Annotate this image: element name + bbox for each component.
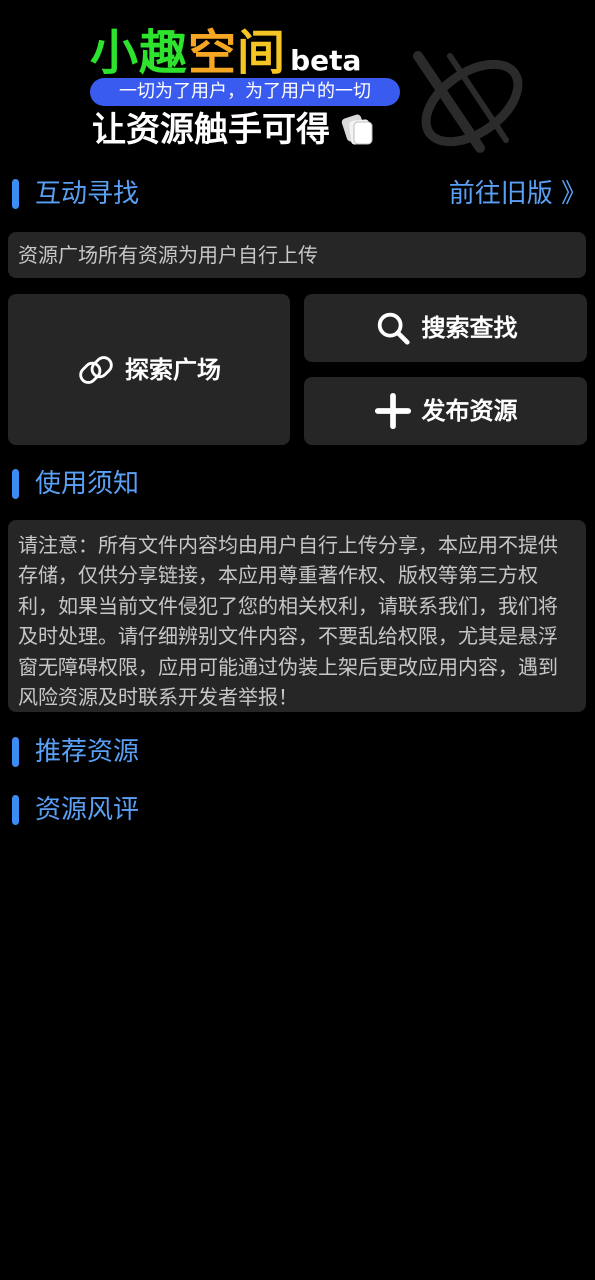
publish-resource-button[interactable]: 发布资源: [304, 377, 587, 445]
section-usage-header: 使用须知: [12, 466, 587, 502]
publish-resource-label: 发布资源: [421, 397, 518, 425]
section-title-recommended: 推荐资源: [35, 737, 140, 767]
app-banner: 小 趣 空 间 beta 一切为了用户，为了用户的一切 让资源触手可得: [0, 0, 595, 170]
old-version-link[interactable]: 前往旧版 》: [449, 176, 587, 212]
tagline: 让资源触手可得: [92, 108, 378, 152]
compass-icon: [79, 355, 113, 384]
beta-badge: beta: [290, 44, 362, 77]
brand-logo-icon: [413, 51, 523, 153]
cards-icon: [341, 114, 373, 145]
usage-terms-text: 请注意：所有文件内容均由用户自行上传分享，本应用不提供存储，仅供分享链接，本应用…: [8, 520, 586, 712]
section-recommended-header[interactable]: 推荐资源: [12, 734, 587, 770]
section-title-reviews: 资源风评: [35, 795, 140, 825]
section-interactive-header: 互动寻找 前往旧版 》: [12, 176, 587, 212]
title-char-4: 间: [237, 25, 287, 81]
section-title-usage: 使用须知: [35, 469, 140, 499]
search-icon: [377, 312, 410, 345]
title-char-3: 空: [188, 25, 238, 81]
upload-notice: 资源广场所有资源为用户自行上传: [8, 232, 586, 278]
section-title-interactive: 互动寻找: [35, 179, 140, 209]
plus-icon: [374, 392, 411, 430]
title-char-2: 趣: [139, 25, 189, 81]
slogan-pill: 一切为了用户，为了用户的一切: [90, 78, 400, 106]
app-title: 小 趣 空 间 beta: [90, 18, 361, 80]
title-char-1: 小: [90, 25, 140, 81]
explore-square-label: 探索广场: [125, 355, 221, 384]
section-accent-bar: [12, 737, 19, 767]
section-reviews-header[interactable]: 资源风评: [12, 792, 587, 828]
explore-square-button[interactable]: 探索广场: [8, 294, 290, 445]
section-accent-bar: [12, 469, 19, 499]
section-accent-bar: [12, 795, 19, 825]
section-accent-bar: [12, 179, 19, 209]
search-button[interactable]: 搜索查找: [304, 294, 587, 362]
tagline-text: 让资源触手可得: [92, 110, 330, 150]
search-label: 搜索查找: [421, 314, 518, 342]
